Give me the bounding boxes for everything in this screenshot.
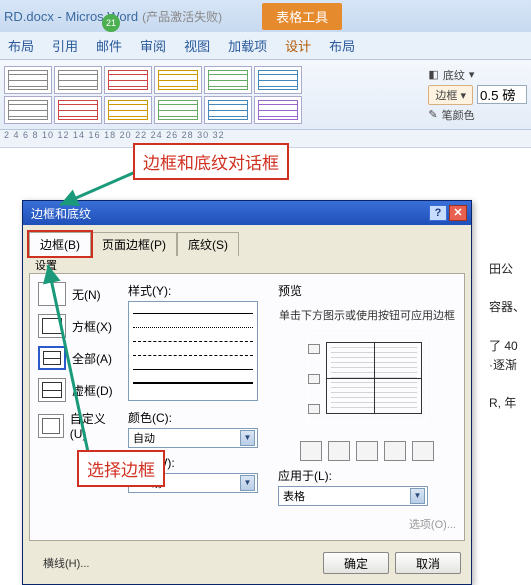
preview-bottom-buttons [278, 441, 456, 461]
options-link[interactable]: 选项(O)... [409, 519, 456, 531]
annotation-select-border: 选择边框 [77, 450, 165, 487]
ribbon-tab-mailings[interactable]: 邮件 [94, 32, 124, 59]
cancel-button[interactable]: 取消 [395, 552, 461, 574]
table-style-thumb[interactable] [154, 96, 202, 124]
background-doc-text: 田公 容器、 了 40 ·逐渐 R, 年 [489, 260, 529, 414]
preview-label: 预览 [278, 282, 456, 299]
border-toggle-mid-h[interactable] [308, 374, 320, 384]
table-style-thumb[interactable] [254, 66, 302, 94]
table-style-thumb[interactable] [204, 66, 252, 94]
border-toggle-top[interactable] [308, 344, 320, 354]
table-style-thumb[interactable] [104, 96, 152, 124]
dialog-footer: 横线(H)... 确定 取消 [23, 547, 471, 584]
line-style-item[interactable] [133, 362, 253, 370]
table-style-gallery[interactable] [4, 66, 334, 124]
close-button[interactable]: ✕ [449, 205, 467, 221]
table-style-thumb[interactable] [54, 66, 102, 94]
ribbon-body: ◧底纹▾ 边框 ▾ ✎笔颜色 [0, 60, 531, 130]
line-style-list[interactable] [128, 301, 258, 401]
ribbon-tab-review[interactable]: 审阅 [138, 32, 168, 59]
ribbon-tab-layout2[interactable]: 布局 [327, 32, 357, 59]
shading-icon[interactable]: ◧ [428, 68, 438, 81]
table-style-thumb[interactable] [54, 96, 102, 124]
activation-status: (产品激活失败) [142, 8, 222, 25]
table-style-thumb[interactable] [204, 96, 252, 124]
save-badge-icon: 21 [102, 14, 120, 32]
border-toggle-bottom[interactable] [308, 404, 320, 414]
shading-label[interactable]: 底纹 [443, 67, 465, 83]
line-style-item[interactable] [133, 348, 253, 356]
preview-box[interactable] [307, 333, 427, 423]
color-combo[interactable]: 自动▼ [128, 428, 258, 448]
ribbon-tab-design[interactable]: 设计 [283, 32, 313, 59]
preview-column: 预览 单击下方图示或使用按钮可应用边框 应用于(L): 表格▼ 选项(O)... [278, 282, 456, 532]
table-style-thumb[interactable] [104, 66, 152, 94]
ribbon-tab-layout[interactable]: 布局 [6, 32, 36, 59]
ok-button[interactable]: 确定 [323, 552, 389, 574]
color-label: 颜色(C): [128, 409, 268, 426]
ribbon-tab-view[interactable]: 视图 [182, 32, 212, 59]
tab-shading[interactable]: 底纹(S) [177, 232, 239, 256]
border-toggle-right[interactable] [384, 441, 406, 461]
table-style-thumb[interactable] [154, 66, 202, 94]
tab-page-border[interactable]: 页面边框(P) [91, 232, 177, 256]
title-bar: RD.docx - Micros Word (产品激活失败) 表格工具 [0, 0, 531, 32]
pen-color-icon[interactable]: ✎ [428, 108, 437, 121]
ribbon-tab-addins[interactable]: 加载项 [226, 32, 269, 59]
border-dropdown[interactable]: 边框 ▾ [428, 85, 473, 105]
border-toggle-diag2[interactable] [412, 441, 434, 461]
context-tab-table-tools[interactable]: 表格工具 [262, 3, 342, 30]
style-label: 样式(Y): [128, 282, 268, 299]
apply-to-combo[interactable]: 表格▼ [278, 486, 428, 506]
table-style-thumb[interactable] [254, 96, 302, 124]
annotation-dialog-label: 边框和底纹对话框 [133, 143, 289, 180]
ribbon-tabs: 布局 引用 邮件 审阅 视图 加载项 设计 布局 [0, 32, 531, 60]
horizontal-line-link[interactable]: 横线(H)... [43, 555, 89, 571]
line-style-item[interactable] [133, 376, 253, 384]
chevron-down-icon[interactable]: ▼ [240, 475, 255, 491]
line-style-item[interactable] [133, 320, 253, 328]
preview-table-icon [326, 342, 422, 414]
apply-label: 应用于(L): [278, 467, 456, 484]
preview-hint: 单击下方图示或使用按钮可应用边框 [278, 307, 456, 323]
ribbon-borders-group: ◧底纹▾ 边框 ▾ ✎笔颜色 [428, 65, 527, 125]
ribbon-tab-references[interactable]: 引用 [50, 32, 80, 59]
border-toggle-left[interactable] [328, 441, 350, 461]
arrow-icon [38, 260, 98, 455]
line-style-item[interactable] [133, 334, 253, 342]
tab-borders[interactable]: 边框(B) [29, 232, 91, 256]
border-toggle-diag1[interactable] [300, 441, 322, 461]
style-column: 样式(Y): 颜色(C): 自动▼ 宽度(W): 0.5 磅▼ [128, 282, 268, 532]
chevron-down-icon[interactable]: ▼ [410, 488, 425, 504]
line-style-item[interactable] [133, 306, 253, 314]
help-button[interactable]: ? [429, 205, 447, 221]
dialog-tabs: 边框(B) 页面边框(P) 底纹(S) [23, 225, 471, 255]
table-style-thumb[interactable] [4, 66, 52, 94]
pen-color-label[interactable]: 笔颜色 [442, 107, 475, 123]
border-toggle-mid-v[interactable] [356, 441, 378, 461]
border-width-input[interactable] [477, 85, 527, 104]
table-style-thumb[interactable] [4, 96, 52, 124]
chevron-down-icon[interactable]: ▼ [240, 430, 255, 446]
